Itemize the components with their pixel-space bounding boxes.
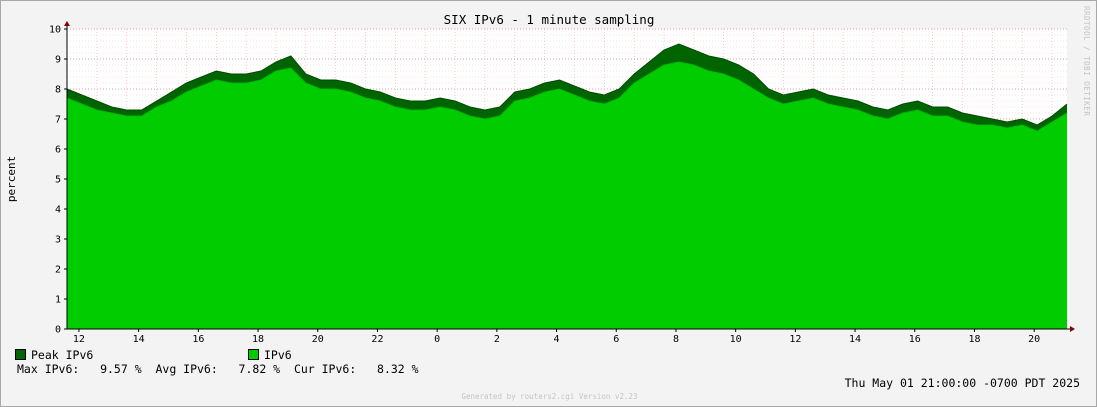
y-tick-label: 10 (49, 25, 61, 36)
legend-swatch-ipv6 (248, 349, 259, 360)
y-tick-label: 8 (55, 85, 61, 96)
generated-by-text: Generated by routers2.cgi Version v2.23 (461, 392, 638, 401)
x-tick-label: 12 (789, 334, 801, 345)
y-tick-label: 1 (55, 295, 61, 306)
timestamp: Thu May 01 21:00:00 -0700 PDT 2025 (844, 376, 1080, 390)
y-axis-label: percent (5, 156, 18, 202)
x-axis-arrow (1070, 326, 1075, 332)
y-tick-label: 7 (55, 115, 61, 126)
rrdtool-watermark: RRDTOOL / TOBI OETIKER (1082, 6, 1091, 117)
x-tick-label: 8 (673, 334, 679, 345)
x-tick-label: 18 (968, 334, 980, 345)
y-tick-label: 2 (55, 265, 61, 276)
x-tick-label: 0 (434, 334, 440, 345)
y-tick-labels: 0 1 2 3 4 5 6 7 8 9 10 (49, 25, 61, 336)
y-tick-label: 0 (55, 325, 61, 336)
y-tick-label: 6 (55, 145, 61, 156)
x-tick-label: 4 (554, 334, 560, 345)
x-tick-label: 18 (252, 334, 264, 345)
legend-item-peak: Peak IPv6 (15, 348, 93, 362)
x-tick-label: 2 (494, 334, 500, 345)
y-tick-label: 5 (55, 175, 61, 186)
x-tick-label: 22 (371, 334, 383, 345)
x-tick-labels: 12 14 16 18 20 22 0 2 4 6 8 10 12 14 16 18 20 (73, 334, 1040, 345)
x-tick-label: 14 (133, 334, 145, 345)
y-tick-label: 4 (55, 205, 61, 216)
legend-label-ipv6: IPv6 (264, 348, 292, 362)
chart-title: SIX IPv6 - 1 minute sampling (444, 12, 655, 27)
y-tick-label: 3 (55, 235, 61, 246)
x-tick-label: 6 (613, 334, 619, 345)
x-tick-label: 14 (849, 334, 861, 345)
x-tick-label: 16 (909, 334, 921, 345)
x-tick-label: 20 (312, 334, 324, 345)
legend-swatch-peak (15, 349, 26, 360)
y-axis-arrow (64, 21, 70, 26)
chart: 012345678910 12 14 16 18 20 22 0 2 4 6 8 10 12 14 16 18… (5, 12, 1075, 345)
x-tick-label: 10 (730, 334, 742, 345)
x-tick-label: 16 (192, 334, 204, 345)
x-tick-label: 20 (1028, 334, 1040, 345)
legend-item-ipv6: IPv6 (248, 348, 292, 362)
x-tick-label: 12 (73, 334, 85, 345)
stats-line: Max IPv6: 9.57 % Avg IPv6: 7.82 % Cur IP… (17, 362, 419, 376)
legend-label-peak: Peak IPv6 (31, 348, 94, 362)
graph-frame: 0 1 2 3 4 5 6 7 8 9 10 12 14 16 18 20 22 0 2 4 6 8 10 12 14 16 18… (0, 0, 1097, 407)
y-tick-label: 9 (55, 55, 61, 66)
